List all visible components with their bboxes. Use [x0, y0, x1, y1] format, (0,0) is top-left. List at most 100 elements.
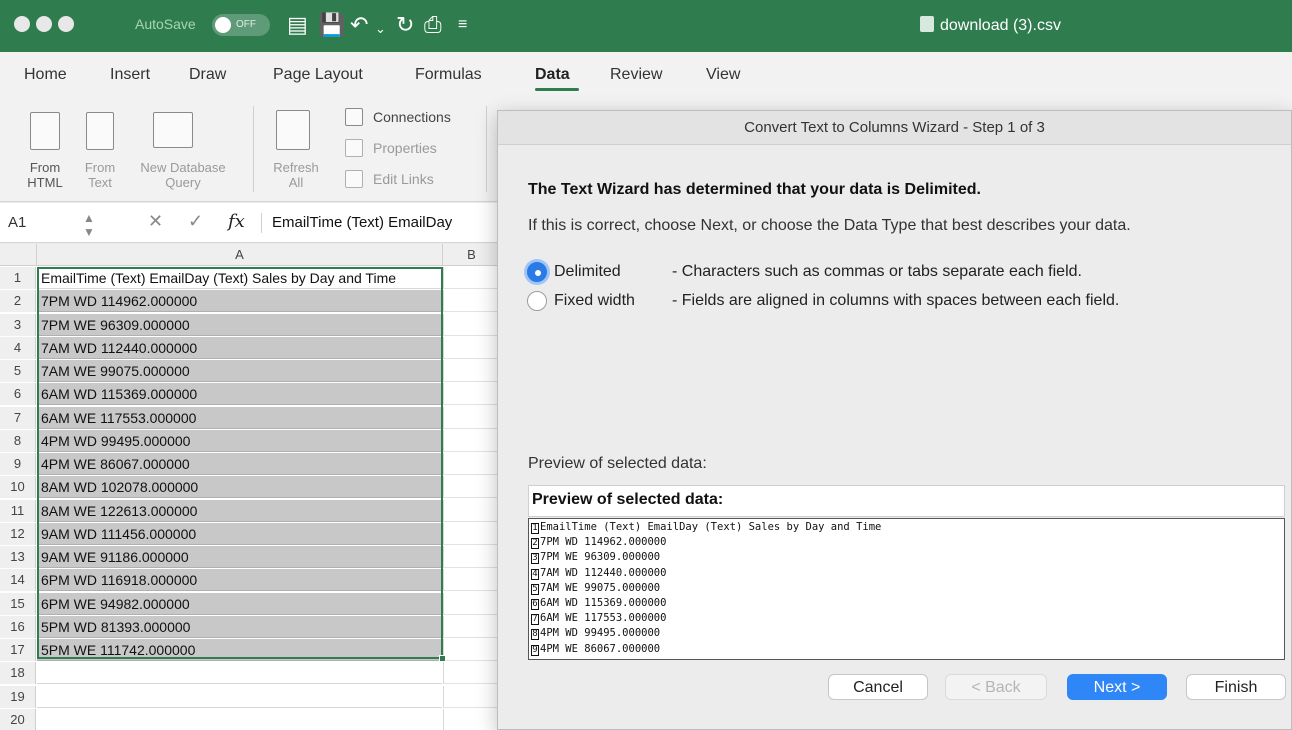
cell-b[interactable] — [443, 639, 500, 661]
cell-a[interactable] — [37, 709, 442, 730]
row-header[interactable]: 12 — [0, 522, 36, 545]
sidebar-toggle-icon[interactable]: ▤ — [287, 12, 308, 38]
cell-b[interactable] — [443, 499, 500, 522]
row-header[interactable]: 6 — [0, 383, 36, 406]
cancel-button[interactable]: Cancel — [828, 674, 928, 700]
tab-home[interactable]: Home — [24, 66, 67, 84]
tab-review[interactable]: Review — [610, 66, 662, 84]
fill-handle[interactable] — [439, 655, 446, 662]
cell-a[interactable]: 9AM WE 91186.000000 — [37, 546, 442, 568]
row-header[interactable]: 10 — [0, 476, 36, 499]
customize-toolbar-icon[interactable]: ≡ — [458, 12, 467, 38]
cell-b[interactable] — [443, 406, 500, 429]
minimize-window-button[interactable] — [36, 16, 52, 32]
row-header[interactable]: 20 — [0, 708, 36, 730]
cell-b[interactable] — [443, 569, 500, 592]
cell-b[interactable] — [443, 546, 500, 568]
row-header[interactable]: 18 — [0, 662, 36, 685]
row-header[interactable]: 13 — [0, 546, 36, 568]
cell-b[interactable] — [443, 476, 500, 499]
next-button[interactable]: Next > — [1067, 674, 1167, 700]
cell-b[interactable] — [443, 522, 500, 545]
cell-a[interactable]: 7AM WD 112440.000000 — [37, 336, 442, 359]
cell-b[interactable] — [443, 313, 500, 336]
from-html-button[interactable]: From HTML — [22, 160, 68, 190]
row-header[interactable]: 4 — [0, 336, 36, 359]
row-header[interactable]: 3 — [0, 313, 36, 336]
name-box[interactable]: A1 — [8, 214, 26, 231]
cell-a[interactable]: 8AM WD 102078.000000 — [37, 476, 442, 499]
close-window-button[interactable] — [14, 16, 30, 32]
tab-view[interactable]: View — [706, 66, 740, 84]
cell-a[interactable] — [37, 662, 442, 685]
row-header[interactable]: 14 — [0, 569, 36, 592]
cell-b[interactable] — [443, 360, 500, 382]
row-header[interactable]: 2 — [0, 290, 36, 313]
fixed-width-label[interactable]: Fixed width — [554, 292, 635, 310]
cell-a[interactable]: 7PM WE 96309.000000 — [37, 313, 442, 336]
cell-b[interactable] — [443, 290, 500, 313]
cell-a[interactable]: 6PM WD 116918.000000 — [37, 569, 442, 592]
name-box-stepper-icon[interactable]: ▲ ▼ — [83, 211, 95, 239]
row-header[interactable]: 11 — [0, 499, 36, 522]
refresh-all-button[interactable]: Refresh All — [268, 160, 324, 190]
cell-a[interactable]: 9AM WD 111456.000000 — [37, 522, 442, 545]
row-header[interactable]: 17 — [0, 639, 36, 661]
cell-a[interactable]: 5PM WD 81393.000000 — [37, 615, 442, 638]
column-header-a[interactable]: A — [37, 244, 443, 266]
tab-formulas[interactable]: Formulas — [415, 66, 482, 84]
cell-a[interactable]: 6PM WE 94982.000000 — [37, 592, 442, 615]
select-all-corner[interactable] — [0, 244, 37, 266]
row-header[interactable]: 7 — [0, 406, 36, 429]
enter-icon[interactable]: ✓ — [188, 211, 203, 232]
row-header[interactable]: 8 — [0, 429, 36, 452]
cell-b[interactable] — [443, 662, 500, 685]
cell-b[interactable] — [443, 453, 500, 475]
row-header[interactable]: 16 — [0, 615, 36, 638]
fx-icon[interactable]: fx — [228, 211, 245, 232]
save-icon[interactable]: 💾 — [318, 12, 345, 38]
undo-icon[interactable]: ↶ — [350, 12, 368, 38]
cell-a[interactable]: 8AM WE 122613.000000 — [37, 499, 442, 522]
cell-b[interactable] — [443, 615, 500, 638]
cell-b[interactable] — [443, 383, 500, 406]
fixed-width-radio[interactable] — [527, 291, 547, 311]
cell-a[interactable]: 7AM WE 99075.000000 — [37, 360, 442, 382]
new-database-query-button[interactable]: New Database Query — [128, 160, 238, 190]
redo-icon[interactable]: ↻ — [396, 12, 414, 38]
cell-a[interactable]: 7PM WD 114962.000000 — [37, 290, 442, 313]
cell-a[interactable]: 6AM WE 117553.000000 — [37, 406, 442, 429]
undo-dropdown-icon[interactable]: ⌄ — [375, 16, 386, 42]
cell-b[interactable] — [443, 429, 500, 452]
row-header[interactable]: 1 — [0, 267, 36, 289]
cell-a[interactable]: 6AM WD 115369.000000 — [37, 383, 442, 406]
finish-button[interactable]: Finish — [1186, 674, 1286, 700]
edit-links-button[interactable]: Edit Links — [373, 171, 434, 187]
cell-b[interactable] — [443, 685, 500, 708]
autosave-toggle[interactable]: OFF — [212, 14, 270, 36]
delimited-label[interactable]: Delimited — [554, 263, 621, 281]
row-header[interactable]: 5 — [0, 360, 36, 382]
column-header-b[interactable]: B — [443, 244, 500, 266]
from-text-button[interactable]: From Text — [78, 160, 122, 190]
cell-b[interactable] — [443, 592, 500, 615]
cell-a[interactable]: 4PM WE 86067.000000 — [37, 453, 442, 475]
row-header[interactable]: 9 — [0, 453, 36, 475]
cell-b[interactable] — [443, 267, 500, 289]
formula-input[interactable]: EmailTime (Text) EmailDay — [272, 214, 452, 231]
properties-button[interactable]: Properties — [373, 140, 437, 156]
cell-a[interactable] — [37, 686, 442, 708]
cell-a[interactable]: 5PM WE 111742.000000 — [37, 639, 442, 661]
tab-data[interactable]: Data — [535, 66, 570, 84]
cancel-icon[interactable]: ✕ — [148, 211, 163, 232]
data-preview-pane[interactable]: 1 EmailTime (Text) EmailDay (Text) Sales … — [528, 518, 1285, 660]
zoom-window-button[interactable] — [58, 16, 74, 32]
tab-draw[interactable]: Draw — [189, 66, 226, 84]
cell-b[interactable] — [443, 336, 500, 359]
cell-b[interactable] — [443, 708, 500, 730]
delimited-radio[interactable] — [527, 262, 547, 282]
cell-a[interactable]: 4PM WD 99495.000000 — [37, 429, 442, 452]
tab-insert[interactable]: Insert — [110, 66, 150, 84]
cell-a[interactable]: EmailTime (Text) EmailDay (Text) Sales b… — [37, 267, 442, 289]
back-button[interactable]: < Back — [945, 674, 1047, 700]
